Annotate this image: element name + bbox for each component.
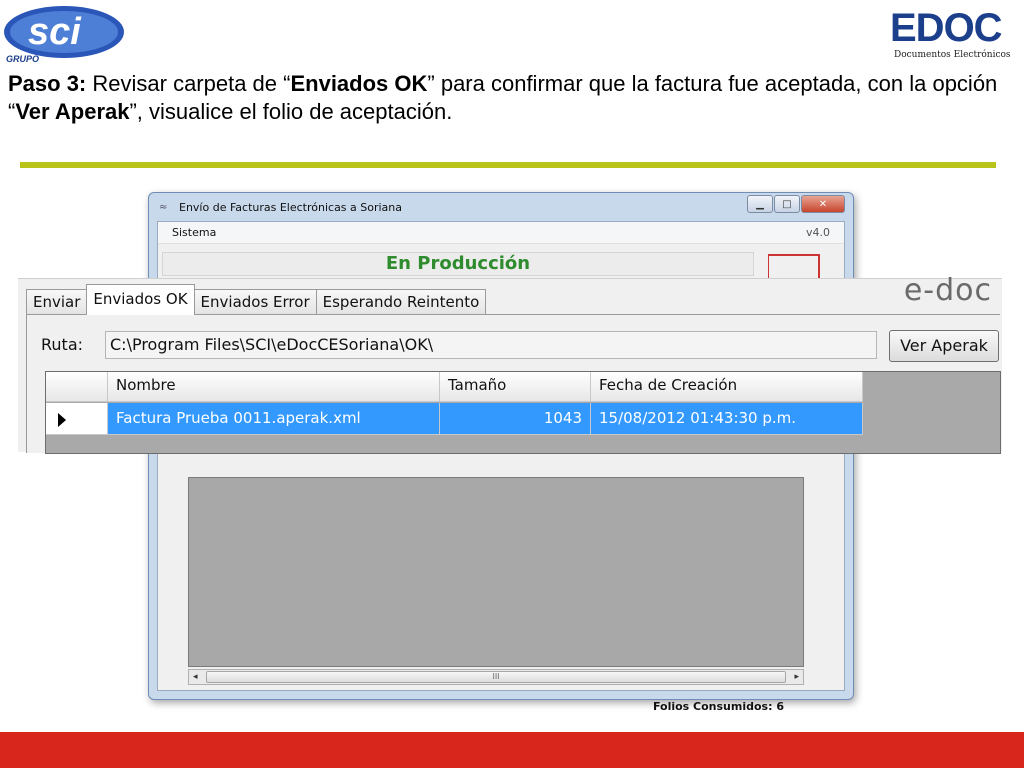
menu-sistema[interactable]: Sistema	[172, 226, 216, 239]
maximize-button[interactable]: □	[774, 195, 800, 213]
window-controls: ▁ □ ✕	[747, 195, 845, 213]
close-button[interactable]: ✕	[801, 195, 845, 213]
edoc-inset-logo: e-doc	[903, 273, 992, 308]
column-header-fecha[interactable]: Fecha de Creación	[591, 372, 863, 402]
sci-logo-subtitle: GRUPO	[6, 54, 40, 64]
table-row[interactable]: Factura Prueba 0011.aperak.xml 1043 15/0…	[46, 403, 863, 435]
tab-panel: Ruta: C:\Program Files\SCI\eDocCESoriana…	[26, 314, 1001, 454]
book-icon	[768, 254, 820, 278]
sci-logo-text: sci	[28, 11, 82, 53]
window-title-text: Envío de Facturas Electrónicas a Soriana	[179, 201, 403, 214]
column-header-nombre[interactable]: Nombre	[108, 372, 440, 402]
cell-fecha[interactable]: 15/08/2012 01:43:30 p.m.	[591, 403, 863, 435]
grid-header: Nombre Tamaño Fecha de Creación	[46, 372, 863, 402]
instruction-step: Paso 3:	[8, 71, 87, 96]
scroll-thumb[interactable]: III	[205, 671, 787, 683]
app-icon: ≈	[159, 201, 168, 213]
cell-tamano[interactable]: 1043	[440, 403, 591, 435]
tab-esperando-reintento[interactable]: Esperando Reintento	[315, 289, 487, 315]
menu-bar: Sistema v4.0	[158, 222, 844, 244]
version-label: v4.0	[805, 226, 830, 239]
scroll-left-icon[interactable]: ◂	[193, 672, 198, 682]
window-title: ≈ Envío de Facturas Electrónicas a Soria…	[159, 201, 402, 214]
footer-bar	[0, 732, 1024, 768]
column-header-tamano[interactable]: Tamaño	[440, 372, 591, 402]
instruction-option: Ver Aperak	[15, 99, 130, 124]
instruction-part1: Revisar carpeta de “	[86, 71, 291, 96]
tab-enviados-error[interactable]: Enviados Error	[193, 289, 317, 315]
minimize-button[interactable]: ▁	[747, 195, 773, 213]
edoc-logo-subtitle: Documentos Electrónicos	[894, 50, 1011, 60]
row-selector[interactable]	[46, 403, 108, 435]
instruction-folder: Enviados OK	[290, 71, 428, 96]
status-folios: Folios Consumidos: 6	[652, 700, 784, 713]
edoc-logo-text: EDOC	[890, 6, 1003, 50]
cell-nombre[interactable]: Factura Prueba 0011.aperak.xml	[108, 403, 440, 435]
divider	[20, 162, 996, 168]
tab-enviados-ok[interactable]: Enviados OK	[86, 284, 195, 315]
ruta-label: Ruta:	[41, 335, 84, 354]
instruction-text: Paso 3: Revisar carpeta de “Enviados OK ”…	[8, 70, 1018, 126]
zoomed-inset: e-doc Enviar Enviados OK Enviados Error …	[18, 273, 1002, 454]
files-grid: Nombre Tamaño Fecha de Creación Factura …	[45, 371, 1001, 454]
tab-strip: Enviar Enviados OK Enviados Error Espera…	[26, 283, 487, 315]
edoc-logo: EDOC Documentos Electrónicos	[890, 6, 1020, 66]
tab-enviar[interactable]: Enviar	[26, 289, 88, 315]
background-grid-area	[188, 477, 804, 667]
ruta-input[interactable]: C:\Program Files\SCI\eDocCESoriana\OK\	[105, 331, 877, 359]
row-header-corner	[46, 372, 108, 402]
current-row-arrow-icon	[58, 412, 66, 427]
instruction-part3: ”, visualice el folio de aceptación.	[129, 99, 453, 124]
ver-aperak-button[interactable]: Ver Aperak	[889, 330, 999, 362]
horizontal-scrollbar[interactable]: ◂ III ▸	[188, 669, 804, 685]
production-banner: En Producción	[162, 252, 754, 276]
scroll-right-icon[interactable]: ▸	[794, 672, 799, 682]
